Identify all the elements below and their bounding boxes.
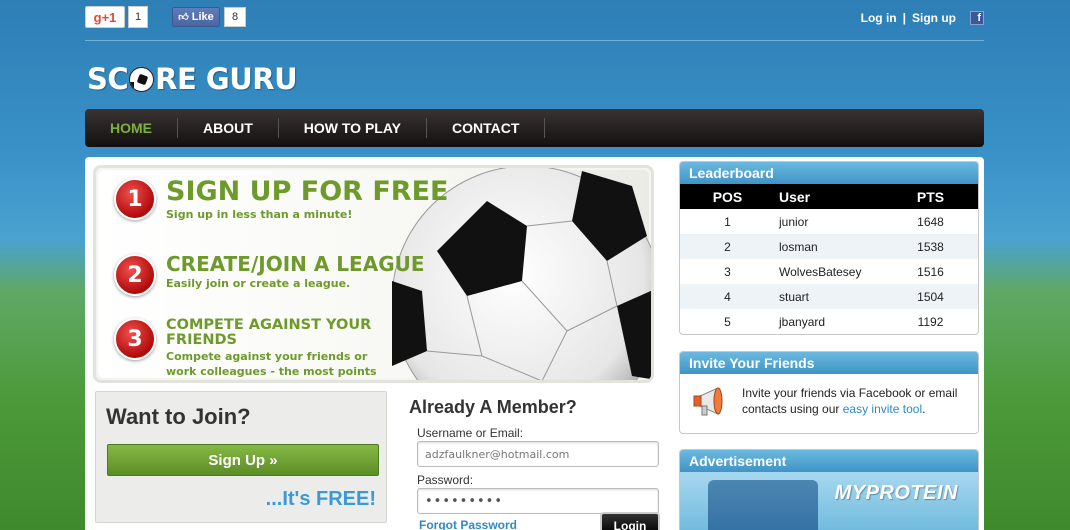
column-header-pts: PTS (916, 188, 945, 205)
main-content: 1 SIGN UP FOR FREE Sign up in less than … (85, 157, 984, 530)
step-3-subtitle: Compete against your friends or work col… (166, 350, 377, 380)
step-1-number: 1 (114, 178, 156, 220)
step-1-subtitle: Sign up in less than a minute! (166, 208, 353, 222)
page-wrapper: g +1 1 👍︎ Like 8 Log in | Sign up f SC RE… (85, 0, 984, 530)
login-link[interactable]: Log in (861, 11, 897, 25)
join-box: Want to Join? Sign Up » ...It's FREE! (95, 391, 387, 523)
row-pos: 1 (724, 214, 731, 229)
row-pos: 2 (724, 239, 731, 254)
row-pts: 1192 (917, 314, 944, 329)
nav-item-how-to-play[interactable]: HOW TO PLAY (279, 118, 428, 138)
logo-text-end: RE GURU (155, 62, 298, 96)
nav-item-home[interactable]: HOME (85, 118, 178, 138)
product-image (708, 480, 818, 530)
row-user: jbanyard (779, 314, 826, 329)
table-row: 4 stuart 1504 (680, 284, 978, 309)
table-row: 3 WolvesBatesey 1516 (680, 259, 978, 284)
login-form: Already A Member? Username or Email: adz… (409, 397, 669, 530)
table-row: 5 jbanyard 1192 (680, 309, 978, 334)
nav-item-about[interactable]: ABOUT (178, 118, 279, 138)
login-button[interactable]: Login (600, 512, 660, 530)
table-row: 1 junior 1648 (680, 209, 978, 234)
facebook-icon[interactable]: f (970, 11, 984, 25)
step-2-subtitle: Easily join or create a league. (166, 277, 351, 290)
row-user: WolvesBatesey (779, 264, 862, 279)
invite-text: Invite your friends via Facebook or emai… (742, 386, 978, 418)
google-plus-button[interactable]: g +1 (85, 6, 125, 28)
row-user: junior (779, 214, 809, 229)
username-label: Username or Email: (417, 426, 524, 440)
row-user: stuart (779, 289, 810, 304)
table-row: 2 losman 1538 (680, 234, 978, 259)
site-logo[interactable]: SC RE GURU (87, 62, 298, 96)
hero-banner: 1 SIGN UP FOR FREE Sign up in less than … (93, 165, 654, 383)
row-pos: 3 (724, 264, 731, 279)
step-3-number: 3 (114, 318, 156, 360)
step-2: 2 CREATE/JOIN A LEAGUE Easily join or cr… (114, 254, 425, 296)
invite-title: Invite Your Friends (680, 352, 978, 374)
row-pts: 1516 (917, 264, 944, 279)
thumbs-up-icon: 👍︎ (178, 12, 189, 23)
social-bar: g +1 1 👍︎ Like 8 (85, 6, 246, 28)
username-input[interactable]: adzfaulkner@hotmail.com (417, 441, 659, 467)
google-plus-count: 1 (128, 6, 148, 28)
facebook-like-label: Like (191, 11, 214, 23)
row-pts: 1648 (917, 214, 944, 229)
free-tagline: ...It's FREE! (265, 488, 376, 510)
auth-links: Log in | Sign up f (861, 11, 984, 25)
soccer-ball-icon (129, 66, 155, 92)
facebook-like-button[interactable]: 👍︎ Like (172, 7, 220, 27)
row-pos: 5 (724, 314, 731, 329)
signup-button[interactable]: Sign Up » (107, 444, 379, 476)
signup-link[interactable]: Sign up (912, 11, 956, 25)
google-icon: g (93, 9, 102, 25)
logo-text-start: SC (87, 62, 129, 96)
invite-tool-link[interactable]: easy invite tool (843, 402, 922, 416)
step-1: 1 SIGN UP FOR FREE Sign up in less than … (114, 176, 449, 223)
forgot-password-link[interactable]: Forgot Password (419, 518, 517, 530)
row-user: losman (779, 239, 818, 254)
leaderboard-title: Leaderboard (680, 162, 978, 184)
step-3-title: COMPETE AGAINST YOUR FRIENDS (166, 317, 372, 349)
row-pts: 1538 (917, 239, 944, 254)
password-label: Password: (417, 473, 474, 487)
leaderboard-widget: Leaderboard POS User PTS 1 junior 1648 2… (679, 161, 979, 335)
join-title: Want to Join? (106, 404, 251, 429)
column-header-user: User (779, 188, 811, 205)
step-2-number: 2 (114, 254, 156, 296)
advertisement-widget: Advertisement MYPROTEIN (679, 449, 979, 530)
auth-separator: | (902, 11, 906, 25)
leaderboard-table: POS User PTS 1 junior 1648 2 losman 1538 (680, 184, 978, 334)
nav-item-contact[interactable]: CONTACT (427, 118, 546, 138)
advertisement-title: Advertisement (680, 450, 978, 472)
invite-text-end: . (922, 401, 926, 416)
facebook-like-count: 8 (224, 7, 246, 27)
ad-brand-text: MYPROTEIN (834, 482, 958, 504)
megaphone-icon (693, 387, 723, 416)
row-pos: 4 (724, 289, 731, 304)
password-input[interactable]: ••••••••• (417, 488, 659, 514)
google-plus-label: +1 (101, 9, 117, 25)
column-header-pos: POS (712, 188, 743, 205)
login-title: Already A Member? (409, 397, 577, 417)
step-1-title: SIGN UP FOR FREE (166, 176, 449, 207)
step-3: 3 COMPETE AGAINST YOUR FRIENDS Compete a… (114, 317, 396, 380)
advertisement-banner[interactable]: MYPROTEIN (680, 472, 978, 530)
main-nav: HOME ABOUT HOW TO PLAY CONTACT (85, 109, 984, 147)
step-2-title: CREATE/JOIN A LEAGUE (166, 252, 425, 276)
row-pts: 1504 (917, 289, 944, 304)
header-divider (85, 40, 984, 41)
invite-widget: Invite Your Friends Invite your friends … (679, 351, 979, 434)
